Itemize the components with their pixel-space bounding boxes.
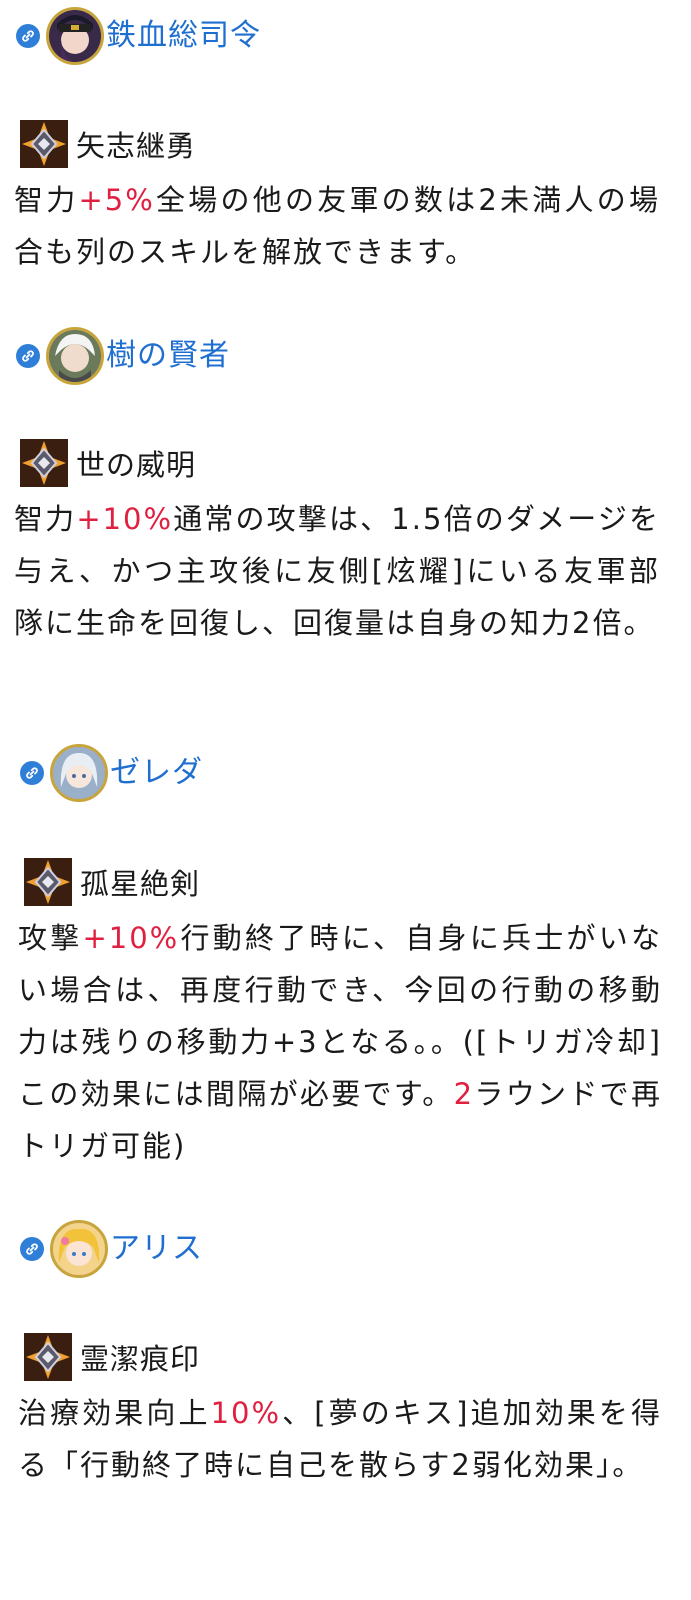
- stat-label: 智力: [14, 183, 79, 217]
- character-link-1[interactable]: 鉄血総司令: [16, 6, 261, 66]
- skill-emblem-icon: [24, 1333, 72, 1381]
- skill-header: 矢志継勇: [20, 119, 196, 169]
- stat-bonus: 10%: [210, 1396, 282, 1430]
- skill-description: 智力+10%通常の攻撃は、1.5倍のダメージを与え、かつ主攻後に友側[炫耀]にい…: [14, 493, 660, 649]
- skill-name: 霊潔痕印: [80, 1342, 201, 1376]
- cooldown-value: 2: [453, 1077, 475, 1111]
- skill-emblem-icon: [20, 439, 68, 487]
- skill-name: 矢志継勇: [76, 129, 197, 163]
- stat-bonus: +10%: [76, 502, 174, 536]
- avatar[interactable]: [46, 7, 104, 65]
- link-icon: [20, 761, 44, 785]
- skill-emblem-icon: [24, 858, 72, 906]
- character-name[interactable]: 樹の賢者: [106, 336, 230, 376]
- character-link-4[interactable]: アリス: [20, 1219, 203, 1279]
- avatar[interactable]: [50, 744, 108, 802]
- character-name[interactable]: アリス: [110, 1229, 203, 1269]
- character-link-2[interactable]: 樹の賢者: [16, 326, 230, 386]
- link-icon: [16, 344, 40, 368]
- character-name[interactable]: 鉄血総司令: [106, 16, 261, 56]
- skill-header: 世の威明: [20, 438, 196, 488]
- skill-description: 攻撃+10%行動終了時に、自身に兵士がいない場合は、再度行動でき、今回の行動の移…: [18, 912, 662, 1172]
- link-icon: [20, 1237, 44, 1261]
- avatar[interactable]: [46, 327, 104, 385]
- skill-emblem-icon: [20, 120, 68, 168]
- stat-bonus: +5%: [78, 183, 155, 217]
- avatar[interactable]: [50, 1220, 108, 1278]
- character-link-3[interactable]: ゼレダ: [20, 743, 203, 803]
- skill-description: 智力+5%全場の他の友軍の数は2未満人の場合も列のスキルを解放できます。: [14, 174, 660, 278]
- character-name[interactable]: ゼレダ: [110, 753, 203, 793]
- link-icon: [16, 24, 40, 48]
- stat-label: 智力: [14, 502, 77, 536]
- skill-description: 治療効果向上10%、[夢のキス]追加効果を得る「行動終了時に自己を散らす2弱化効…: [18, 1387, 662, 1491]
- stat-bonus: +10%: [82, 921, 180, 955]
- stat-label: 攻撃: [18, 921, 83, 955]
- skill-name: 孤星絶剣: [80, 867, 201, 901]
- skill-header: 霊潔痕印: [24, 1332, 200, 1382]
- stat-label: 治療効果向上: [18, 1396, 211, 1430]
- skill-name: 世の威明: [76, 448, 197, 482]
- skill-header: 孤星絶剣: [24, 857, 200, 907]
